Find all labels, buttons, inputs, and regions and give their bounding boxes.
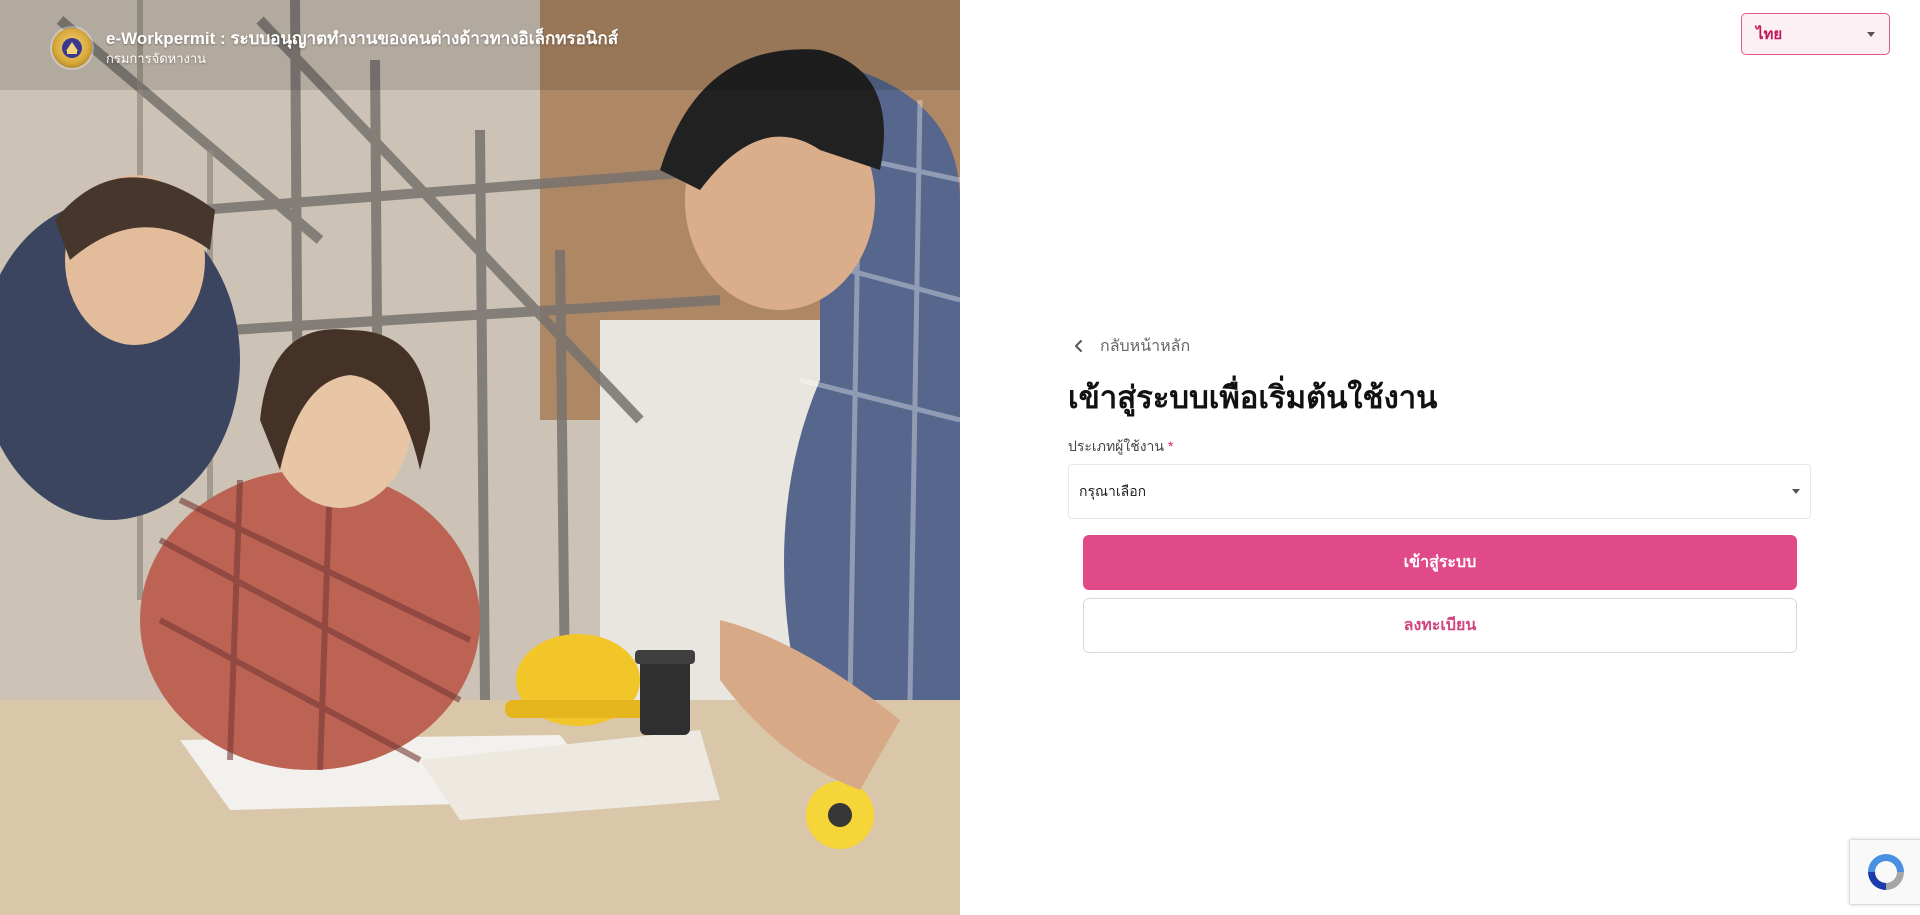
page-title: เข้าสู่ระบบเพื่อเริ่มต้นใช้งาน bbox=[1068, 380, 1438, 415]
register-button[interactable]: ลงทะเบียน bbox=[1083, 598, 1797, 653]
login-page: e-Workpermit : ระบบอนุญาตทำงานของคนต่างด… bbox=[0, 0, 1920, 915]
chevron-left-icon bbox=[1068, 335, 1090, 357]
back-link-label: กลับหน้าหลัก bbox=[1100, 337, 1191, 355]
department-name: กรมการจัดหางาน bbox=[106, 51, 207, 66]
user-type-label: ประเภทผู้ใช้งาน * bbox=[1068, 436, 1811, 456]
caret-down-icon bbox=[1867, 31, 1875, 37]
language-select-value: ไทย bbox=[1756, 26, 1783, 43]
back-to-home-link[interactable]: กลับหน้าหลัก bbox=[1068, 334, 1811, 358]
user-type-label-text: ประเภทผู้ใช้งาน bbox=[1068, 438, 1164, 454]
recaptcha-icon bbox=[1867, 854, 1904, 890]
department-seal-icon bbox=[52, 28, 92, 68]
caret-down-icon bbox=[1792, 489, 1800, 494]
language-select[interactable]: ไทย bbox=[1741, 13, 1890, 55]
brand-header: e-Workpermit : ระบบอนุญาตทำงานของคนต่างด… bbox=[52, 28, 618, 68]
login-form: กลับหน้าหลัก เข้าสู่ระบบเพื่อเริ่มต้นใช้… bbox=[1068, 334, 1811, 653]
hero-illustration bbox=[0, 0, 960, 915]
user-type-select-value: กรุณาเลือก bbox=[1079, 482, 1147, 499]
user-type-select[interactable]: กรุณาเลือก bbox=[1068, 464, 1811, 519]
login-button[interactable]: เข้าสู่ระบบ bbox=[1083, 535, 1797, 590]
recaptcha-badge[interactable] bbox=[1849, 839, 1920, 905]
hero-photo: e-Workpermit : ระบบอนุญาตทำงานของคนต่างด… bbox=[0, 0, 960, 915]
required-mark: * bbox=[1167, 438, 1174, 454]
app-title: e-Workpermit : ระบบอนุญาตทำงานของคนต่างด… bbox=[106, 29, 619, 48]
